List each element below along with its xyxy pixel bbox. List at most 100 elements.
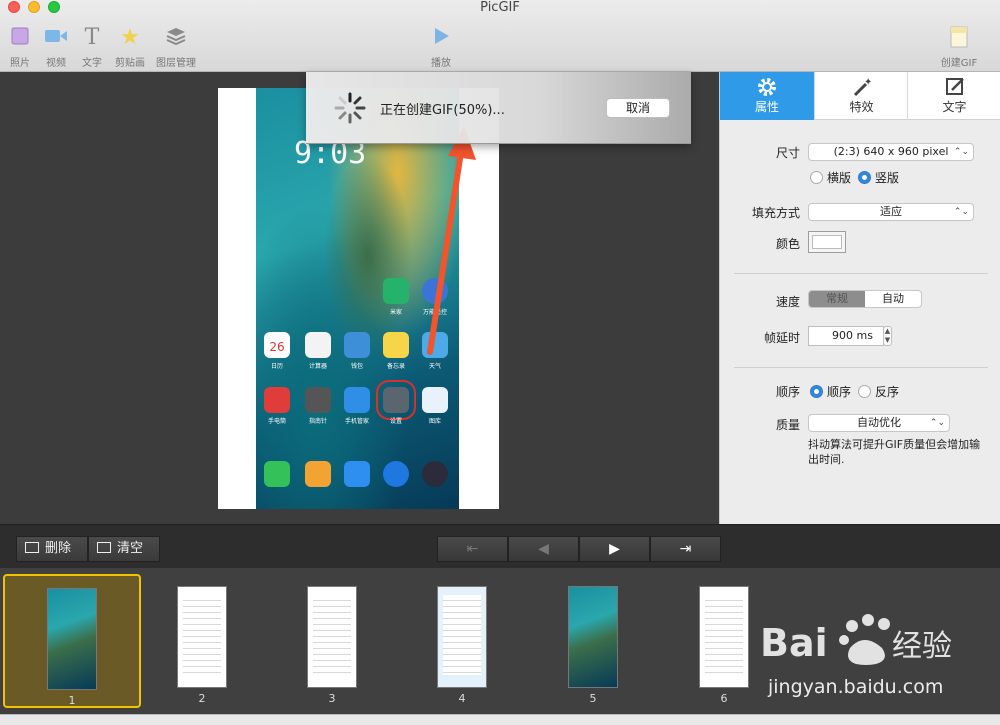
inspector-tabs: 属性 ✦ 特效 文字 xyxy=(720,72,1000,120)
wallet-app-icon xyxy=(344,332,370,358)
portrait-radio[interactable]: 竖版 xyxy=(858,169,899,186)
frame-number: 2 xyxy=(198,692,206,705)
frame-image xyxy=(47,588,97,690)
play-button[interactable]: 播放 xyxy=(417,26,465,69)
window-bottom-edge xyxy=(0,714,1000,725)
radio-off-icon xyxy=(858,385,871,398)
color-label: 颜色 xyxy=(775,237,800,251)
window-title: PicGIF xyxy=(480,0,520,15)
frame-image xyxy=(699,586,749,688)
forward-order-radio[interactable]: 顺序 xyxy=(810,383,851,400)
divider xyxy=(734,367,988,368)
delay-label: 帧延时 xyxy=(763,331,800,345)
app-label: 指南针 xyxy=(308,418,327,425)
radio-on-icon xyxy=(858,171,871,184)
gear-icon xyxy=(720,72,814,98)
browser-app-icon xyxy=(383,461,409,487)
play-icon xyxy=(417,26,465,50)
toolbar-layers-button[interactable]: 图层管理 xyxy=(152,26,200,69)
frame-thumbnail[interactable]: 1 xyxy=(3,574,141,708)
image-icon xyxy=(25,542,39,553)
cancel-button[interactable]: 取消 xyxy=(606,98,670,118)
app-label: 天气 xyxy=(428,363,441,370)
delay-input[interactable]: 900 ms xyxy=(808,326,884,346)
frame-thumbnail[interactable]: 4 xyxy=(393,574,531,708)
progress-sheet: 正在创建GIF(50%)... 取消 xyxy=(306,72,691,144)
clear-button[interactable]: 清空 xyxy=(88,536,160,562)
frame-thumbnail[interactable]: 3 xyxy=(263,574,401,708)
annotation-arrow xyxy=(427,126,476,355)
frame-number: 5 xyxy=(589,692,597,705)
size-label: 尺寸 xyxy=(775,146,800,160)
quality-label: 质量 xyxy=(775,418,800,432)
reverse-order-label: 反序 xyxy=(875,385,900,399)
tab-effects[interactable]: ✦ 特效 xyxy=(814,72,908,120)
notes-app-icon xyxy=(383,332,409,358)
phone-manager-app-icon xyxy=(344,387,370,413)
tab-text[interactable]: 文字 xyxy=(907,72,1000,120)
portrait-label: 竖版 xyxy=(875,171,900,185)
color-swatch[interactable] xyxy=(808,231,846,253)
speed-auto-option[interactable]: 自动 xyxy=(865,291,921,307)
first-frame-icon: ⇤ xyxy=(466,541,479,557)
progress-message: 正在创建GIF(50%)... xyxy=(380,103,505,118)
app-label: 手机管家 xyxy=(344,418,369,425)
quality-hint: 抖动算法可提升GIF质量但会增加输出时间. xyxy=(808,438,981,466)
speed-normal-option[interactable]: 常规 xyxy=(809,291,865,307)
title-bar: PicGIF 照片 视频 T 文字 ★ 剪贴画 图层管理 播放 创建GIF xyxy=(0,0,1000,72)
tab-properties[interactable]: 属性 xyxy=(720,72,814,120)
spinner-icon xyxy=(334,92,366,124)
speed-segmented-control[interactable]: 常规 自动 xyxy=(808,290,922,308)
delay-stepper[interactable]: ▲ ▼ xyxy=(883,326,892,346)
app-label: 备忘录 xyxy=(386,363,405,370)
landscape-radio[interactable]: 横版 xyxy=(810,169,851,186)
quality-value: 自动优化 xyxy=(857,416,901,429)
quality-select[interactable]: 自动优化 ⌃⌄ xyxy=(808,414,950,432)
frame-thumbnail[interactable]: 5 xyxy=(524,574,662,708)
previous-frame-button[interactable]: ◀ xyxy=(508,536,579,562)
size-select[interactable]: (2:3) 640 x 960 pixel ⌃⌄ xyxy=(808,143,974,161)
gif-file-icon xyxy=(935,26,983,50)
gallery-app-icon xyxy=(422,387,448,413)
dialer-app-icon xyxy=(264,461,290,487)
last-frame-button[interactable]: ⇥ xyxy=(650,536,721,562)
create-gif-button[interactable]: 创建GIF xyxy=(935,26,983,69)
fill-select[interactable]: 适应 ⌃⌄ xyxy=(808,203,974,221)
order-label: 顺序 xyxy=(775,385,800,399)
contacts-app-icon xyxy=(305,461,331,487)
delete-label: 删除 xyxy=(45,541,72,556)
layers-icon xyxy=(152,26,200,50)
svg-text:经验: 经验 xyxy=(892,629,952,664)
next-frame-button[interactable]: ▶ xyxy=(579,536,650,562)
calendar-app-icon: 26 xyxy=(264,332,290,358)
chevron-updown-icon: ⌃⌄ xyxy=(953,147,969,157)
app-label: 图库 xyxy=(428,418,441,425)
frame-number: 3 xyxy=(328,692,336,705)
toolbar-clipart-button[interactable]: ★ 剪贴画 xyxy=(106,25,154,70)
frame-thumbnail[interactable]: 2 xyxy=(133,574,271,708)
tab-text-label: 文字 xyxy=(942,100,967,114)
frame-image xyxy=(307,586,357,688)
play-label: 播放 xyxy=(431,58,451,69)
app-label: 钱包 xyxy=(350,363,363,370)
clear-label: 清空 xyxy=(117,541,144,556)
delete-button[interactable]: 删除 xyxy=(16,536,88,562)
app-label: 米家 xyxy=(389,309,402,316)
reverse-order-radio[interactable]: 反序 xyxy=(858,383,899,400)
messages-app-icon xyxy=(344,461,370,487)
chevron-updown-icon: ⌃⌄ xyxy=(953,207,969,217)
tab-effects-label: 特效 xyxy=(849,100,874,114)
compass-app-icon xyxy=(305,387,331,413)
radio-on-icon xyxy=(810,385,823,398)
calculator-app-icon xyxy=(305,332,331,358)
app-label: 计算器 xyxy=(308,363,327,370)
baidu-logo-icon: Bai 经验 xyxy=(760,614,952,665)
star-icon: ★ xyxy=(120,25,140,50)
settings-app-icon xyxy=(376,380,416,420)
first-frame-button[interactable]: ⇤ xyxy=(437,536,508,562)
inspector-panel: 属性 ✦ 特效 文字 尺寸 (2:3) 640 x 960 pixel ⌃⌄ 横版… xyxy=(719,72,1000,524)
watermark-url: jingyan.baidu.com xyxy=(768,676,944,698)
frame-image xyxy=(568,586,618,688)
toolbar-clipart-label: 剪贴画 xyxy=(115,58,145,69)
edit-icon xyxy=(908,72,1000,98)
